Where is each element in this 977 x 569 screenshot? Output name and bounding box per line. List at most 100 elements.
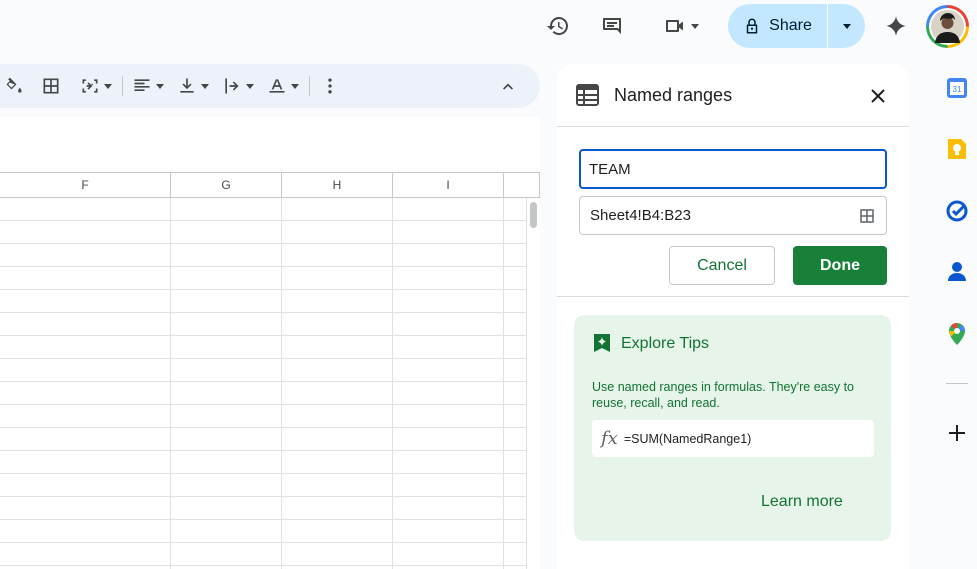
formula-example-text: =SUM(NamedRange1) xyxy=(623,431,752,446)
row-gridline xyxy=(0,358,526,359)
row-gridline xyxy=(0,266,526,267)
sheets-icon xyxy=(576,84,599,106)
side-panel-rail: 31 xyxy=(937,64,977,569)
history-icon[interactable] xyxy=(542,10,574,42)
more-options-button[interactable] xyxy=(318,72,342,100)
merge-cells-button[interactable] xyxy=(76,72,116,100)
gemini-icon[interactable] xyxy=(880,10,912,42)
calendar-icon[interactable]: 31 xyxy=(946,77,968,99)
maps-icon[interactable] xyxy=(947,322,967,346)
cell-area[interactable] xyxy=(0,198,526,569)
chevron-down-icon xyxy=(843,23,851,29)
rail-divider xyxy=(946,383,968,384)
row-gridline xyxy=(0,381,526,382)
tips-title: Explore Tips xyxy=(621,335,710,352)
row-gridline xyxy=(0,335,526,336)
range-reference-input[interactable]: Sheet4!B4:B23 xyxy=(579,196,887,235)
row-gridline xyxy=(0,496,526,497)
toolbar-divider xyxy=(309,76,310,96)
cancel-button[interactable]: Cancel xyxy=(669,246,775,285)
share-label: Share xyxy=(769,17,812,34)
learn-more-link[interactable]: Learn more xyxy=(761,493,843,511)
close-icon xyxy=(871,89,885,103)
explore-tips-card: Explore Tips Use named ranges in formula… xyxy=(574,315,891,541)
select-range-icon[interactable] xyxy=(858,207,876,225)
chevron-up-icon xyxy=(503,83,513,90)
row-gridline xyxy=(0,427,526,428)
text-wrap-icon xyxy=(225,78,239,94)
column-label: H xyxy=(332,178,342,192)
function-icon: fx xyxy=(601,428,618,449)
tips-icon xyxy=(593,333,611,353)
vertical-scrollbar[interactable] xyxy=(526,198,540,569)
chevron-down-icon xyxy=(201,83,209,89)
video-call-icon[interactable] xyxy=(656,10,706,42)
named-ranges-panel: Named ranges TEAM Sheet4!B4:B23 Cancel D… xyxy=(557,64,909,569)
borders-button[interactable] xyxy=(38,72,64,100)
row-gridline xyxy=(0,312,526,313)
fill-color-icon xyxy=(6,77,22,93)
spreadsheet-grid[interactable]: F G H I xyxy=(0,117,540,569)
row-gridline xyxy=(0,220,526,221)
formula-example: fx =SUM(NamedRange1) xyxy=(592,420,874,457)
row-gridline xyxy=(0,542,526,543)
column-label: I xyxy=(446,178,450,192)
more-options-icon xyxy=(328,78,332,94)
column-label: F xyxy=(81,178,89,192)
horizontal-align-icon xyxy=(134,79,150,91)
column-gridline xyxy=(392,198,393,569)
range-name-input[interactable]: TEAM xyxy=(579,149,887,189)
row-gridline xyxy=(0,404,526,405)
keep-icon[interactable] xyxy=(947,138,967,160)
chevron-down-icon xyxy=(246,83,254,89)
borders-icon xyxy=(43,78,59,94)
chevron-down-icon xyxy=(104,83,112,89)
row-gridline xyxy=(0,519,526,520)
tips-body: Use named ranges in formulas. They're ea… xyxy=(592,380,855,410)
formatting-toolbar xyxy=(0,64,540,108)
panel-divider xyxy=(557,126,909,127)
done-button[interactable]: Done xyxy=(793,246,887,285)
formula-bar-area[interactable] xyxy=(0,117,540,173)
row-gridline xyxy=(0,450,526,451)
svg-text:31: 31 xyxy=(953,85,962,94)
chevron-down-icon xyxy=(156,83,164,89)
share-button[interactable]: Share xyxy=(728,4,865,48)
column-header-i[interactable]: I xyxy=(393,173,504,198)
collapse-toolbar-button[interactable] xyxy=(494,72,522,100)
vertical-align-button[interactable] xyxy=(175,72,211,100)
column-header-h[interactable]: H xyxy=(282,173,393,198)
column-label: G xyxy=(221,178,231,192)
text-rotation-button[interactable] xyxy=(265,72,301,100)
share-options-button[interactable] xyxy=(829,4,865,48)
column-header-j[interactable] xyxy=(504,173,540,198)
column-header-g[interactable]: G xyxy=(171,173,282,198)
column-gridline xyxy=(503,198,504,569)
chevron-down-icon xyxy=(691,23,699,29)
avatar[interactable] xyxy=(926,5,969,48)
column-header-f[interactable]: F xyxy=(0,173,171,198)
horizontal-align-button[interactable] xyxy=(130,72,166,100)
range-reference-value: Sheet4!B4:B23 xyxy=(590,207,691,224)
text-rotation-icon xyxy=(269,79,285,93)
scrollbar-thumb[interactable] xyxy=(530,202,537,228)
row-gridline xyxy=(0,289,526,290)
comment-icon[interactable] xyxy=(596,10,628,42)
panel-divider xyxy=(557,296,909,297)
row-gridline xyxy=(0,243,526,244)
tasks-icon[interactable] xyxy=(946,200,968,222)
top-bar: Share xyxy=(0,0,977,62)
panel-title: Named ranges xyxy=(614,85,733,105)
toolbar-divider xyxy=(122,76,123,96)
chevron-down-icon xyxy=(291,83,299,89)
vertical-align-icon xyxy=(180,78,194,93)
column-gridline xyxy=(170,198,171,569)
contacts-icon[interactable] xyxy=(947,261,967,283)
row-gridline xyxy=(0,565,526,566)
text-wrap-button[interactable] xyxy=(220,72,256,100)
close-button[interactable] xyxy=(866,84,890,108)
row-gridline xyxy=(0,473,526,474)
merge-cells-icon xyxy=(82,79,98,93)
fill-color-button[interactable] xyxy=(2,72,26,100)
add-icon[interactable] xyxy=(948,424,966,442)
